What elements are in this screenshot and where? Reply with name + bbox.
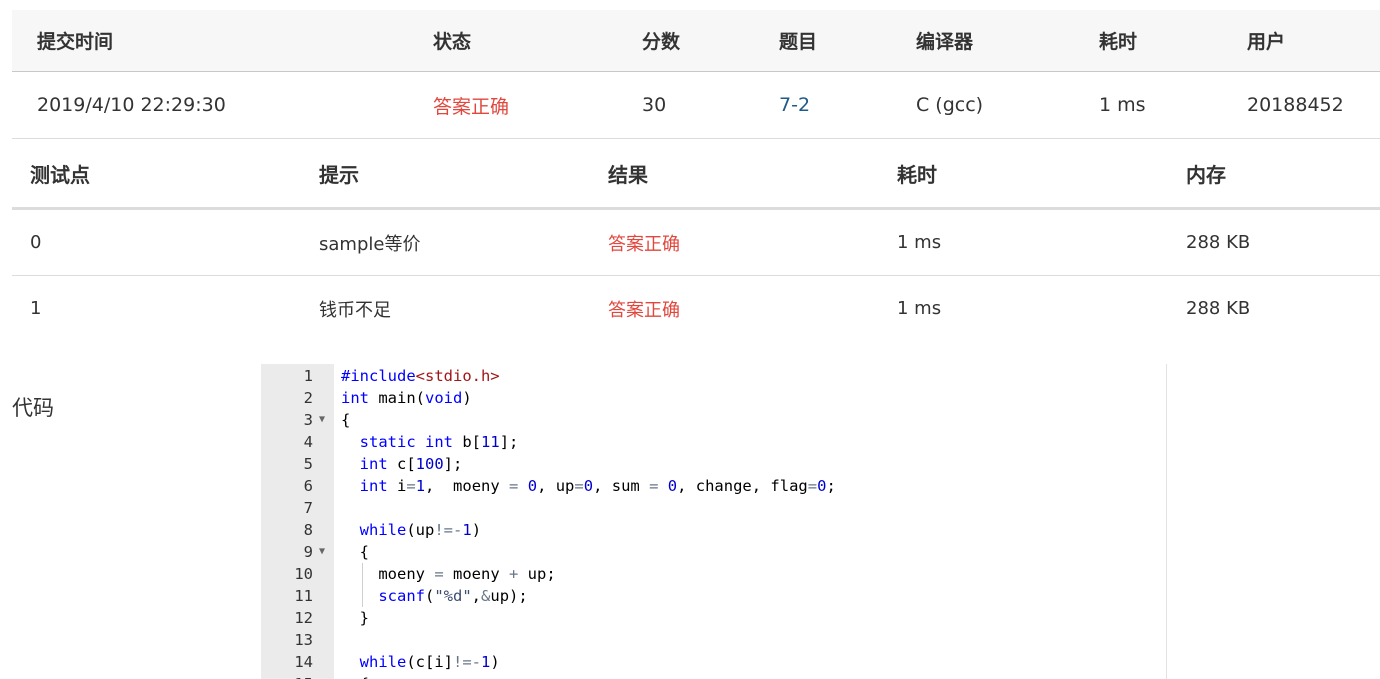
test-point-id: 1 bbox=[30, 298, 42, 319]
test-time: 1 ms bbox=[897, 232, 942, 253]
code-line: 4 static int b[11]; bbox=[261, 431, 1166, 453]
header-submit-time: 提交时间 bbox=[37, 31, 114, 53]
header-score: 分数 bbox=[642, 31, 681, 53]
code-line: 14 while(c[i]!=-1) bbox=[261, 651, 1166, 673]
code-text: { bbox=[341, 543, 369, 561]
test-result: 答案正确 bbox=[608, 299, 680, 321]
code-text: scanf("%d",&up); bbox=[378, 587, 528, 605]
line-number: 15 bbox=[261, 673, 313, 679]
header-problem: 题目 bbox=[779, 31, 818, 53]
code-line: 7 bbox=[261, 497, 1166, 519]
submission-table: 提交时间 状态 分数 题目 编译器 耗时 用户 2019/4/10 22:29:… bbox=[12, 10, 1380, 139]
test-memory: 288 KB bbox=[1186, 232, 1251, 253]
test-time: 1 ms bbox=[897, 298, 942, 319]
code-line: 11 scanf("%d",&up); bbox=[261, 585, 1166, 607]
indent-guide bbox=[362, 563, 363, 607]
code-line: 13 bbox=[261, 629, 1166, 651]
code-line: 1 #include<stdio.h> bbox=[261, 365, 1166, 387]
line-number: 5 bbox=[303, 455, 313, 473]
status-badge: 答案正确 bbox=[433, 95, 510, 118]
code-text: moeny = moeny + up; bbox=[341, 565, 556, 583]
header-result: 结果 bbox=[608, 163, 648, 187]
submit-time: 2019/4/10 22:29:30 bbox=[37, 94, 226, 116]
code-editor[interactable]: 1 #include<stdio.h> 2 int main(void) 3 ▼ {4 st… bbox=[261, 364, 1167, 679]
table-row: 1 钱币不足 答案正确 1 ms 288 KB bbox=[12, 276, 1380, 341]
line-number: 7 bbox=[303, 499, 313, 517]
code-text: int c[100]; bbox=[359, 455, 463, 473]
code-section-label: 代码 bbox=[12, 396, 54, 420]
line-number: 11 bbox=[294, 587, 313, 605]
fold-toggle-icon[interactable]: ▼ bbox=[319, 541, 325, 563]
submission-header-row: 提交时间 状态 分数 题目 编译器 耗时 用户 bbox=[12, 10, 1380, 72]
code-text: static int b[11]; bbox=[359, 433, 519, 451]
line-number: 12 bbox=[294, 609, 313, 627]
line-number: 8 bbox=[303, 521, 313, 539]
test-result: 答案正确 bbox=[608, 233, 680, 255]
code-text: int i=1, moeny = 0, up=0, sum = 0, chang… bbox=[359, 477, 836, 495]
score-value: 30 bbox=[642, 94, 667, 116]
fold-toggle-icon[interactable]: ▼ bbox=[319, 409, 325, 431]
code-text: { bbox=[341, 411, 351, 429]
duration-value: 1 ms bbox=[1099, 94, 1146, 116]
line-number: 2 bbox=[303, 389, 313, 407]
code-text: } bbox=[341, 609, 369, 627]
code-line: 6 int i=1, moeny = 0, up=0, sum = 0, cha… bbox=[261, 475, 1166, 497]
code-line: 3 ▼ { bbox=[261, 409, 1166, 431]
code-text: int main(void) bbox=[341, 389, 472, 407]
table-row: 0 sample等价 答案正确 1 ms 288 KB bbox=[12, 210, 1380, 276]
code-line: 15 { bbox=[261, 673, 1166, 679]
header-duration: 耗时 bbox=[1099, 31, 1138, 53]
code-line: 8 while(up!=-1) bbox=[261, 519, 1166, 541]
header-time: 耗时 bbox=[897, 163, 937, 187]
test-point-id: 0 bbox=[30, 232, 42, 253]
line-number: 3 bbox=[303, 411, 313, 429]
header-user: 用户 bbox=[1247, 31, 1286, 53]
test-hint: sample等价 bbox=[319, 233, 421, 255]
header-test-point: 测试点 bbox=[30, 163, 90, 187]
code-line: 9 ▼ { bbox=[261, 541, 1166, 563]
line-number: 14 bbox=[294, 653, 313, 671]
code-line: 12 } bbox=[261, 607, 1166, 629]
compiler-value: C (gcc) bbox=[916, 94, 984, 116]
code-text: while(up!=-1) bbox=[359, 521, 482, 539]
line-number: 13 bbox=[294, 631, 313, 649]
line-number: 1 bbox=[303, 367, 313, 385]
code-text: while(c[i]!=-1) bbox=[359, 653, 500, 671]
code-text: { bbox=[341, 673, 369, 679]
line-number: 9 bbox=[303, 543, 313, 561]
test-hint: 钱币不足 bbox=[319, 299, 391, 321]
test-memory: 288 KB bbox=[1186, 298, 1251, 319]
header-status: 状态 bbox=[433, 31, 472, 53]
code-text: #include<stdio.h> bbox=[341, 367, 500, 385]
test-case-table: 测试点 提示 结果 耗时 内存 0 sample等价 答案正确 1 ms 288… bbox=[12, 140, 1380, 341]
code-line: 10 moeny = moeny + up; bbox=[261, 563, 1166, 585]
header-memory: 内存 bbox=[1186, 163, 1226, 187]
line-number: 6 bbox=[303, 477, 313, 495]
line-number: 10 bbox=[294, 565, 313, 583]
code-line: 5 int c[100]; bbox=[261, 453, 1166, 475]
line-number: 4 bbox=[303, 433, 313, 451]
code-line: 2 int main(void) bbox=[261, 387, 1166, 409]
header-compiler: 编译器 bbox=[916, 31, 974, 53]
problem-link[interactable]: 7-2 bbox=[779, 72, 810, 138]
header-hint: 提示 bbox=[319, 163, 359, 187]
test-case-header-row: 测试点 提示 结果 耗时 内存 bbox=[12, 140, 1380, 210]
submission-row: 2019/4/10 22:29:30 答案正确 30 7-2 C (gcc) 1… bbox=[12, 72, 1380, 139]
user-value: 20188452 bbox=[1247, 94, 1344, 116]
